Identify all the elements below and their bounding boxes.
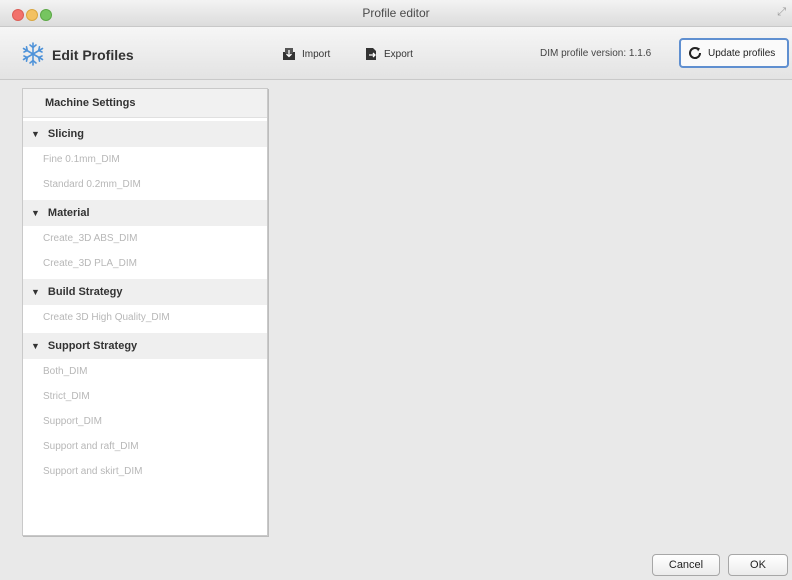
profile-detail-panel	[271, 80, 792, 542]
list-item[interactable]: Support_DIM	[23, 409, 267, 434]
triangle-down-icon: ▼	[31, 129, 40, 139]
triangle-down-icon: ▼	[31, 208, 40, 218]
profile-sidebar: Machine Settings ▼ Slicing Fine 0.1mm_DI…	[22, 88, 268, 536]
list-item[interactable]: Strict_DIM	[23, 384, 267, 409]
import-button[interactable]: Import	[282, 47, 330, 61]
section-header-material[interactable]: ▼ Material	[23, 200, 267, 226]
section-header-slicing[interactable]: ▼ Slicing	[23, 121, 267, 147]
profile-version-text: DIM profile version: 1.1.6	[540, 48, 652, 59]
list-item[interactable]: Create_3D PLA_DIM	[23, 251, 267, 276]
ok-button[interactable]: OK	[728, 554, 788, 576]
update-profiles-button[interactable]: Update profiles	[679, 38, 789, 68]
section-header-support-strategy[interactable]: ▼ Support Strategy	[23, 333, 267, 359]
section-header-build-strategy[interactable]: ▼ Build Strategy	[23, 279, 267, 305]
resize-icon[interactable]: ⤢	[777, 6, 786, 19]
list-item[interactable]: Create 3D High Quality_DIM	[23, 305, 267, 330]
section-label: Slicing	[47, 128, 84, 140]
page-title: Edit Profiles	[52, 47, 134, 63]
profile-editor-window: Profile editor ⤢ Edit Profiles Import Ex…	[0, 0, 792, 580]
cancel-button[interactable]: Cancel	[652, 554, 720, 576]
export-icon	[366, 48, 376, 60]
title-bar: Profile editor ⤢	[0, 0, 792, 27]
import-icon	[283, 48, 295, 60]
list-item[interactable]: Fine 0.1mm_DIM	[23, 147, 267, 172]
section-label: Support Strategy	[47, 340, 138, 352]
snowflake-icon	[22, 42, 44, 66]
list-item[interactable]: Create_3D ABS_DIM	[23, 226, 267, 251]
toolbar: Edit Profiles Import Export DIM profile …	[0, 27, 792, 80]
section-label: Build Strategy	[47, 286, 123, 298]
machine-settings-item[interactable]: Machine Settings	[23, 89, 267, 118]
update-profiles-label: Update profiles	[708, 47, 776, 59]
list-item[interactable]: Both_DIM	[23, 359, 267, 384]
triangle-down-icon: ▼	[31, 341, 40, 351]
section-label: Material	[47, 207, 90, 219]
import-label: Import	[302, 48, 331, 60]
refresh-icon	[689, 47, 702, 59]
triangle-down-icon: ▼	[31, 287, 40, 297]
window-title: Profile editor	[362, 6, 430, 20]
export-button[interactable]: Export	[364, 47, 413, 61]
list-item[interactable]: Support and skirt_DIM	[23, 459, 267, 484]
list-item[interactable]: Standard 0.2mm_DIM	[23, 172, 267, 197]
export-label: Export	[384, 48, 413, 60]
dialog-button-bar: Cancel OK	[0, 548, 792, 580]
list-item[interactable]: Support and raft_DIM	[23, 434, 267, 459]
